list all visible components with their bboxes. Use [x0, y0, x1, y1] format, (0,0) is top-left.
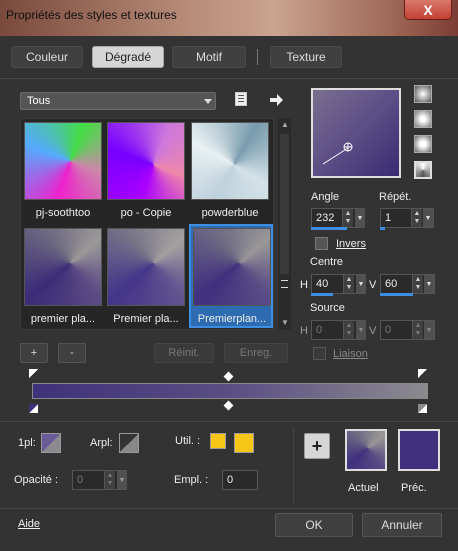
- location-input[interactable]: 0: [222, 470, 258, 490]
- scrollbar-thumb[interactable]: [280, 134, 289, 274]
- color-stop-end[interactable]: [417, 403, 428, 414]
- arrow-right-icon[interactable]: [268, 92, 284, 108]
- scroll-down-icon[interactable]: ▼: [281, 318, 289, 327]
- divider: [0, 421, 458, 422]
- gradient-thumb[interactable]: [107, 122, 185, 200]
- repeat-label: Répét.: [379, 191, 412, 203]
- user-color-chip[interactable]: [210, 433, 226, 449]
- center-label: Centre: [310, 256, 344, 268]
- background-label: Arpl:: [90, 437, 113, 449]
- current-label: Actuel: [348, 482, 379, 494]
- ok-button[interactable]: OK: [275, 513, 353, 537]
- opacity-stop-end[interactable]: [417, 368, 428, 379]
- angle-handle-icon[interactable]: [313, 90, 399, 176]
- save-button[interactable]: Enreg.: [224, 343, 288, 363]
- background-swatch[interactable]: [119, 433, 139, 453]
- chevron-down-icon[interactable]: ▼: [424, 275, 434, 293]
- invert-checkbox[interactable]: [315, 237, 328, 250]
- invert-label: Invers: [336, 238, 366, 250]
- spin-arrows-icon[interactable]: ▲ ▼: [343, 321, 354, 339]
- angle-slider[interactable]: [311, 227, 347, 230]
- add-gradient-button[interactable]: +: [20, 343, 48, 363]
- repeat-slider[interactable]: [380, 227, 385, 230]
- opacity-stop-start[interactable]: [28, 368, 39, 379]
- location-label: Empl. :: [174, 474, 209, 486]
- divider: [0, 508, 458, 509]
- close-button[interactable]: X: [404, 0, 452, 20]
- center-v-label: V: [369, 279, 377, 291]
- remove-gradient-button[interactable]: -: [58, 343, 86, 363]
- color-stop-start[interactable]: [28, 403, 39, 414]
- spin-arrows-icon[interactable]: ▲ ▼: [411, 209, 422, 227]
- source-label: Source: [310, 302, 345, 314]
- source-v-label: V: [369, 325, 377, 337]
- foreground-swatch[interactable]: [41, 433, 61, 453]
- cancel-button[interactable]: Annuler: [362, 513, 442, 537]
- gradient-name: po - Copie: [120, 207, 172, 219]
- gradient-name: powderblue: [201, 207, 259, 219]
- spin-arrows-icon[interactable]: ▲ ▼: [342, 209, 353, 227]
- gradient-name: premier pla...: [30, 313, 96, 325]
- tab-texture[interactable]: Texture: [270, 46, 342, 68]
- user-color-label: Util. :: [175, 435, 201, 447]
- previous-preview[interactable]: [398, 429, 440, 471]
- category-dropdown[interactable]: Tous: [20, 92, 216, 110]
- spin-arrows-icon[interactable]: ▲ ▼: [104, 471, 115, 489]
- link-checkbox[interactable]: [313, 347, 326, 360]
- spin-arrows-icon[interactable]: ▲ ▼: [412, 275, 423, 293]
- chevron-down-icon[interactable]: ▼: [423, 209, 433, 227]
- spin-arrows-icon[interactable]: ▲ ▼: [343, 275, 354, 293]
- gradient-name-selected: Premierplan...: [197, 313, 267, 325]
- foreground-label: 1pl:: [18, 437, 36, 449]
- gradient-thumb[interactable]: [107, 228, 185, 306]
- spin-arrows-icon[interactable]: ▲ ▼: [412, 321, 423, 339]
- chevron-down-icon: [204, 99, 212, 104]
- chevron-down-icon[interactable]: ▼: [356, 321, 366, 339]
- angle-label: Angle: [311, 191, 340, 203]
- divider: [0, 78, 458, 79]
- tab-divider: [257, 49, 258, 65]
- source-h-label: H: [300, 325, 308, 337]
- chevron-down-icon[interactable]: ▼: [117, 471, 127, 489]
- tab-couleur[interactable]: Couleur: [11, 46, 83, 68]
- help-link[interactable]: Aide: [18, 518, 40, 530]
- document-icon[interactable]: [235, 92, 247, 106]
- gradient-preview[interactable]: [311, 88, 401, 178]
- gradient-thumb[interactable]: [24, 122, 102, 200]
- gradient-thumb[interactable]: [24, 228, 102, 306]
- sunburst-style-icon[interactable]: [414, 161, 432, 179]
- divider: [293, 428, 294, 504]
- chevron-down-icon[interactable]: ▼: [355, 209, 365, 227]
- rectangular-style-icon[interactable]: [414, 110, 432, 128]
- scroll-up-icon[interactable]: ▲: [281, 120, 289, 129]
- opacity-label: Opacité :: [14, 474, 59, 486]
- tab-motif[interactable]: Motif: [172, 46, 246, 68]
- scroll-grip-icon: [281, 280, 288, 288]
- tab-degrade[interactable]: Dégradé: [92, 46, 164, 68]
- add-to-library-button[interactable]: +: [304, 433, 330, 459]
- gradient-thumb-selected[interactable]: [193, 228, 271, 306]
- center-h-label: H: [300, 279, 308, 291]
- center-v-slider[interactable]: [380, 293, 413, 296]
- gradient-name: pj-soothtoo: [35, 207, 91, 219]
- reset-button[interactable]: Réinit.: [154, 343, 214, 363]
- window-title: Propriétés des styles et textures: [6, 8, 177, 22]
- radial-style-icon[interactable]: [414, 135, 432, 153]
- user-color-swatch[interactable]: [234, 433, 254, 453]
- linear-style-icon[interactable]: [414, 85, 432, 103]
- gradient-name: Premier pla...: [113, 313, 179, 325]
- previous-label: Préc.: [401, 482, 427, 494]
- gradient-thumb[interactable]: [191, 122, 269, 200]
- link-label: Liaison: [333, 348, 368, 360]
- chevron-down-icon[interactable]: ▼: [356, 275, 366, 293]
- current-preview: [345, 429, 387, 471]
- chevron-down-icon[interactable]: ▼: [424, 321, 434, 339]
- center-h-slider[interactable]: [311, 293, 333, 296]
- gradient-bar[interactable]: [32, 383, 428, 399]
